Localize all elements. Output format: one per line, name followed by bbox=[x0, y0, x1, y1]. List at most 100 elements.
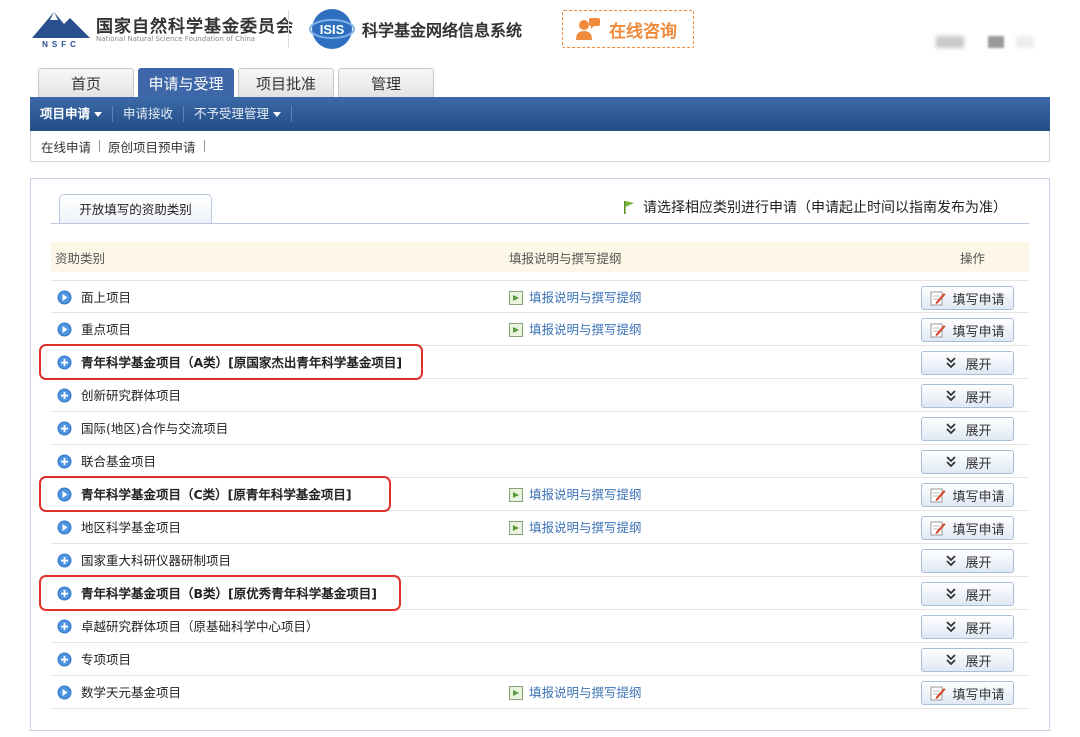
double-chevron-down-icon bbox=[946, 654, 957, 666]
expand-button[interactable]: 展开 bbox=[921, 450, 1014, 474]
table-row: 地区科学基金项目 填报说明与撰写提纲 填写申请 bbox=[51, 511, 1029, 544]
document-icon bbox=[509, 322, 523, 337]
guide-link-label: 填报说明与撰写提纲 bbox=[529, 487, 642, 502]
guide-link[interactable]: 填报说明与撰写提纲 bbox=[509, 313, 642, 346]
expand-button[interactable]: 展开 bbox=[921, 549, 1014, 573]
fill-application-label: 填写申请 bbox=[952, 489, 1005, 505]
expand-plus-icon[interactable] bbox=[57, 454, 72, 469]
header-divider bbox=[288, 10, 289, 48]
fill-application-label: 填写申请 bbox=[952, 687, 1005, 703]
arrow-right-icon[interactable] bbox=[57, 520, 72, 535]
tab-approval[interactable]: 项目批准 bbox=[238, 68, 334, 98]
expand-label: 展开 bbox=[965, 423, 992, 439]
column-header-action: 操作 bbox=[960, 250, 986, 266]
blurred-user-info-3 bbox=[1016, 36, 1034, 48]
nav-project-application[interactable]: 项目申请 bbox=[30, 97, 112, 131]
expand-label: 展开 bbox=[965, 390, 992, 406]
category-name[interactable]: 专项项目 bbox=[81, 643, 131, 676]
nav-application-receipt-label: 申请接收 bbox=[123, 106, 174, 121]
guide-link[interactable]: 填报说明与撰写提纲 bbox=[509, 676, 642, 709]
site-header: NSFC 国家自然科学基金委员会 National Natural Scienc… bbox=[0, 0, 1080, 62]
fill-application-button[interactable]: 填写申请 bbox=[921, 318, 1014, 342]
table-row: 数学天元基金项目 填报说明与撰写提纲 填写申请 bbox=[51, 676, 1029, 709]
expand-button[interactable]: 展开 bbox=[921, 648, 1014, 672]
guide-link[interactable]: 填报说明与撰写提纲 bbox=[509, 478, 642, 511]
expand-plus-icon[interactable] bbox=[57, 355, 72, 370]
arrow-right-icon[interactable] bbox=[57, 685, 72, 700]
expand-button[interactable]: 展开 bbox=[921, 384, 1014, 408]
flag-icon bbox=[624, 201, 634, 214]
expand-plus-icon[interactable] bbox=[57, 388, 72, 403]
expand-button[interactable]: 展开 bbox=[921, 351, 1014, 375]
isis-logo[interactable]: ISIS bbox=[308, 7, 356, 51]
tab-home[interactable]: 首页 bbox=[38, 68, 134, 98]
guide-link-label: 填报说明与撰写提纲 bbox=[529, 685, 642, 700]
expand-button[interactable]: 展开 bbox=[921, 582, 1014, 606]
tab-management[interactable]: 管理 bbox=[338, 68, 434, 98]
arrow-right-icon[interactable] bbox=[57, 290, 72, 305]
fill-application-button[interactable]: 填写申请 bbox=[921, 516, 1014, 540]
nsfc-logo[interactable]: NSFC bbox=[30, 8, 92, 48]
category-name[interactable]: 国家重大科研仪器研制项目 bbox=[81, 544, 231, 577]
category-name[interactable]: 数学天元基金项目 bbox=[81, 676, 181, 709]
expand-label: 展开 bbox=[965, 621, 992, 637]
category-name[interactable]: 地区科学基金项目 bbox=[81, 511, 181, 544]
table-row: 专项项目 展开 bbox=[51, 643, 1029, 676]
double-chevron-down-icon bbox=[946, 390, 957, 402]
expand-label: 展开 bbox=[965, 555, 992, 571]
expand-button[interactable]: 展开 bbox=[921, 417, 1014, 441]
tab-open-categories[interactable]: 开放填写的资助类别 bbox=[59, 194, 212, 224]
isis-logo-text: ISIS bbox=[320, 22, 345, 37]
guide-link-label: 填报说明与撰写提纲 bbox=[529, 322, 642, 337]
expand-button[interactable]: 展开 bbox=[921, 615, 1014, 639]
online-consult-label: 在线咨询 bbox=[609, 21, 677, 42]
category-name[interactable]: 青年科学基金项目（C类）[原青年科学基金项目] bbox=[81, 478, 352, 511]
category-name[interactable]: 联合基金项目 bbox=[81, 445, 156, 478]
notice-text: 请选择相应类别进行申请（申请起止时间以指南发布为准） bbox=[643, 200, 1007, 216]
category-name[interactable]: 青年科学基金项目（A类）[原国家杰出青年科学基金项目] bbox=[81, 346, 402, 379]
expand-label: 展开 bbox=[965, 456, 992, 472]
category-name[interactable]: 面上项目 bbox=[81, 281, 131, 314]
chevron-down-icon bbox=[94, 112, 103, 117]
expand-plus-icon[interactable] bbox=[57, 553, 72, 568]
org-name-cn: 国家自然科学基金委员会 bbox=[96, 17, 294, 37]
online-consult-button[interactable]: 在线咨询 bbox=[562, 10, 694, 48]
category-name[interactable]: 青年科学基金项目（B类）[原优秀青年科学基金项目] bbox=[81, 577, 377, 610]
nav-application-receipt[interactable]: 申请接收 bbox=[113, 97, 183, 131]
category-name[interactable]: 创新研究群体项目 bbox=[81, 379, 181, 412]
subnav-online-application[interactable]: 在线申请 bbox=[33, 137, 99, 156]
blurred-user-info-2 bbox=[988, 36, 1004, 48]
double-chevron-down-icon bbox=[946, 555, 957, 567]
edit-form-icon bbox=[930, 488, 946, 503]
fill-application-button[interactable]: 填写申请 bbox=[921, 286, 1014, 310]
nav-rejection-management[interactable]: 不予受理管理 bbox=[184, 97, 291, 131]
fill-application-button[interactable]: 填写申请 bbox=[921, 681, 1014, 705]
arrow-right-icon[interactable] bbox=[57, 487, 72, 502]
expand-label: 展开 bbox=[965, 654, 992, 670]
fill-application-label: 填写申请 bbox=[952, 292, 1005, 308]
category-table-body: 面上项目 填报说明与撰写提纲 填写申请 重点项目 填报说明与撰写提纲 填写申请 青年科学基金… bbox=[39, 280, 1029, 709]
guide-link[interactable]: 填报说明与撰写提纲 bbox=[509, 511, 642, 544]
expand-plus-icon[interactable] bbox=[57, 619, 72, 634]
category-name[interactable]: 重点项目 bbox=[81, 313, 131, 346]
main-tabs: 首页 申请与受理 项目批准 管理 bbox=[38, 68, 438, 98]
expand-plus-icon[interactable] bbox=[57, 421, 72, 436]
org-name-en: National Natural Science Foundation of C… bbox=[96, 35, 256, 43]
category-name[interactable]: 国际(地区)合作与交流项目 bbox=[81, 412, 228, 445]
category-name[interactable]: 卓越研究群体项目（原基础科学中心项目） bbox=[81, 610, 319, 643]
table-row: 青年科学基金项目（C类）[原青年科学基金项目] 填报说明与撰写提纲 填写申请 bbox=[51, 478, 1029, 511]
tab-application[interactable]: 申请与受理 bbox=[138, 68, 234, 98]
expand-plus-icon[interactable] bbox=[57, 652, 72, 667]
subnav-original-preapplication[interactable]: 原创项目预申请 bbox=[100, 137, 204, 156]
fill-application-label: 填写申请 bbox=[952, 522, 1005, 538]
table-row: 联合基金项目 展开 bbox=[51, 445, 1029, 478]
fill-application-button[interactable]: 填写申请 bbox=[921, 483, 1014, 507]
table-header: 资助类别 填报说明与撰写提纲 操作 bbox=[51, 242, 1029, 272]
edit-form-icon bbox=[930, 291, 946, 306]
consult-person-icon bbox=[576, 18, 600, 40]
guide-link-label: 填报说明与撰写提纲 bbox=[529, 520, 642, 535]
guide-link[interactable]: 填报说明与撰写提纲 bbox=[509, 281, 642, 314]
double-chevron-down-icon bbox=[946, 423, 957, 435]
arrow-right-icon[interactable] bbox=[57, 322, 72, 337]
expand-plus-icon[interactable] bbox=[57, 586, 72, 601]
